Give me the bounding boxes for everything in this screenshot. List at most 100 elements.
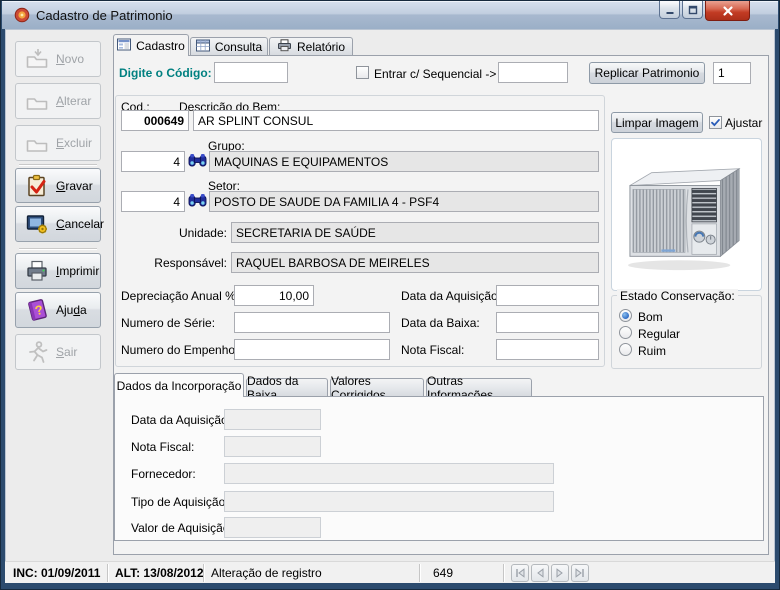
sidebar-divider (19, 164, 97, 166)
help-book-icon: ? (24, 297, 50, 323)
status-message: Alteração de registro (211, 566, 322, 580)
ajuda-button[interactable]: ? Ajuda (15, 292, 101, 328)
tab-cadastro[interactable]: Cadastro (113, 34, 189, 56)
radio-bom-label: Bom (638, 310, 663, 324)
app-window: Cadastro de Patrimonio Novo Alterar Excl… (0, 0, 780, 590)
gravar-button[interactable]: Gravar (15, 168, 101, 203)
client-area: Novo Alterar Excluir Gravar Cancelar Imp… (5, 29, 775, 583)
sequential-input[interactable] (498, 62, 568, 83)
alterar-button: Alterar (15, 83, 101, 119)
nav-first-button[interactable] (511, 564, 529, 582)
inc-data-aquisicao-field (224, 409, 321, 430)
status-divider (503, 564, 505, 582)
tab-label: Relatório (297, 40, 345, 54)
setor-code-field[interactable] (121, 191, 185, 212)
nav-last-button[interactable] (571, 564, 589, 582)
sequential-checkbox[interactable] (356, 66, 369, 79)
code-prompt-label: Digite o Código: (119, 66, 212, 80)
report-printer-icon (277, 39, 292, 55)
nota-fiscal-field[interactable] (496, 339, 599, 360)
responsavel-label: Responsável: (137, 256, 227, 270)
sidebar-divider (19, 248, 97, 250)
maximize-button[interactable] (682, 1, 703, 19)
status-record-number: 649 (433, 566, 453, 580)
setor-desc-field (209, 191, 599, 212)
inc-nota-fiscal-field (224, 436, 321, 457)
cancel-disk-gear-icon (24, 211, 50, 237)
status-alt-date: ALT: 13/08/2012 (115, 566, 204, 580)
minimize-button[interactable] (659, 1, 680, 19)
numero-empenho-label: Numero do Empenho: (121, 343, 238, 357)
radio-bom[interactable] (619, 309, 632, 322)
descricao-field[interactable] (193, 110, 599, 131)
status-divider (419, 564, 421, 582)
inc-data-aquisicao-label: Data da Aquisição: (131, 413, 231, 427)
replicate-count-input[interactable] (713, 62, 751, 84)
ajustar-checkbox[interactable] (709, 116, 722, 129)
tab-label: Consulta (215, 40, 262, 54)
tab-relatorio[interactable]: Relatório (269, 37, 353, 56)
cancelar-button[interactable]: Cancelar (15, 206, 101, 242)
novo-button: Novo (15, 41, 101, 77)
subtab-outras-informacoes[interactable]: Outras Informações (426, 378, 532, 397)
radio-ruim[interactable] (619, 343, 632, 356)
tab-consulta[interactable]: Consulta (190, 37, 268, 56)
subtab-dados-incorporacao[interactable]: Dados da Incorporação (114, 373, 244, 397)
nav-next-button[interactable] (551, 564, 569, 582)
inc-valor-aquisicao-label: Valor de Aquisição: (131, 521, 233, 535)
app-icon (14, 7, 30, 23)
inc-tipo-aquisicao-field (224, 491, 554, 512)
unidade-field (231, 222, 599, 243)
code-input[interactable] (214, 62, 288, 83)
status-divider (203, 564, 205, 582)
grupo-lookup-binoculars-icon[interactable] (188, 151, 207, 171)
air-conditioner-image (618, 154, 756, 276)
grupo-desc-field (209, 151, 599, 172)
estado-conservacao-title: Estado Conservação: (617, 289, 738, 303)
depreciacao-field[interactable] (234, 285, 314, 306)
cod-field (121, 110, 189, 131)
data-aquisicao-field[interactable] (496, 285, 599, 306)
radio-ruim-label: Ruim (638, 344, 666, 358)
nav-previous-button[interactable] (531, 564, 549, 582)
inc-valor-aquisicao-field (224, 517, 321, 538)
estado-conservacao-groupbox (611, 295, 762, 369)
tab-label: Cadastro (136, 39, 185, 53)
numero-serie-field[interactable] (234, 312, 390, 333)
window-title: Cadastro de Patrimonio (36, 8, 173, 23)
edit-folder-icon (24, 88, 50, 114)
inc-fornecedor-label: Fornecedor: (131, 467, 196, 481)
sequential-label: Entrar c/ Sequencial -> (374, 67, 496, 81)
radio-regular-label: Regular (638, 327, 680, 341)
depreciacao-label: Depreciação Anual % : (121, 289, 242, 303)
data-baixa-field[interactable] (496, 312, 599, 333)
status-divider (107, 564, 109, 582)
close-button[interactable] (705, 1, 750, 21)
subtab-dados-baixa[interactable]: Dados da Baixa (246, 378, 328, 397)
grupo-code-field[interactable] (121, 151, 185, 172)
printer-icon (24, 258, 50, 284)
limpar-imagem-button[interactable]: Limpar Imagem (611, 112, 703, 133)
inc-fornecedor-field (224, 463, 554, 484)
form-icon (117, 38, 131, 54)
data-baixa-label: Data da Baixa: (401, 316, 480, 330)
status-bar: INC: 01/09/2011 ALT: 13/08/2012 Alteraçã… (5, 561, 775, 583)
subtab-label: Dados da Incorporação (117, 379, 242, 393)
numero-empenho-field[interactable] (234, 339, 390, 360)
ajustar-label: Ajustar (725, 116, 762, 130)
subtab-valores-corrigidos[interactable]: Valores Corrigidos (330, 378, 424, 397)
inc-tipo-aquisicao-label: Tipo de Aquisição: (131, 495, 229, 509)
nota-fiscal-label: Nota Fiscal: (401, 343, 464, 357)
grid-icon (196, 39, 210, 55)
setor-lookup-binoculars-icon[interactable] (188, 191, 207, 211)
asset-image-panel (611, 138, 762, 291)
imprimir-button[interactable]: Imprimir (15, 253, 101, 289)
status-inc-date: INC: 01/09/2011 (13, 566, 100, 580)
unidade-label: Unidade: (143, 226, 227, 240)
numero-serie-label: Numero de Série: (121, 316, 215, 330)
replicar-patrimonio-button[interactable]: Replicar Patrimonio (589, 62, 705, 84)
exit-person-icon (24, 339, 50, 365)
new-folder-icon (24, 46, 50, 72)
delete-folder-icon (24, 130, 50, 156)
radio-regular[interactable] (619, 326, 632, 339)
